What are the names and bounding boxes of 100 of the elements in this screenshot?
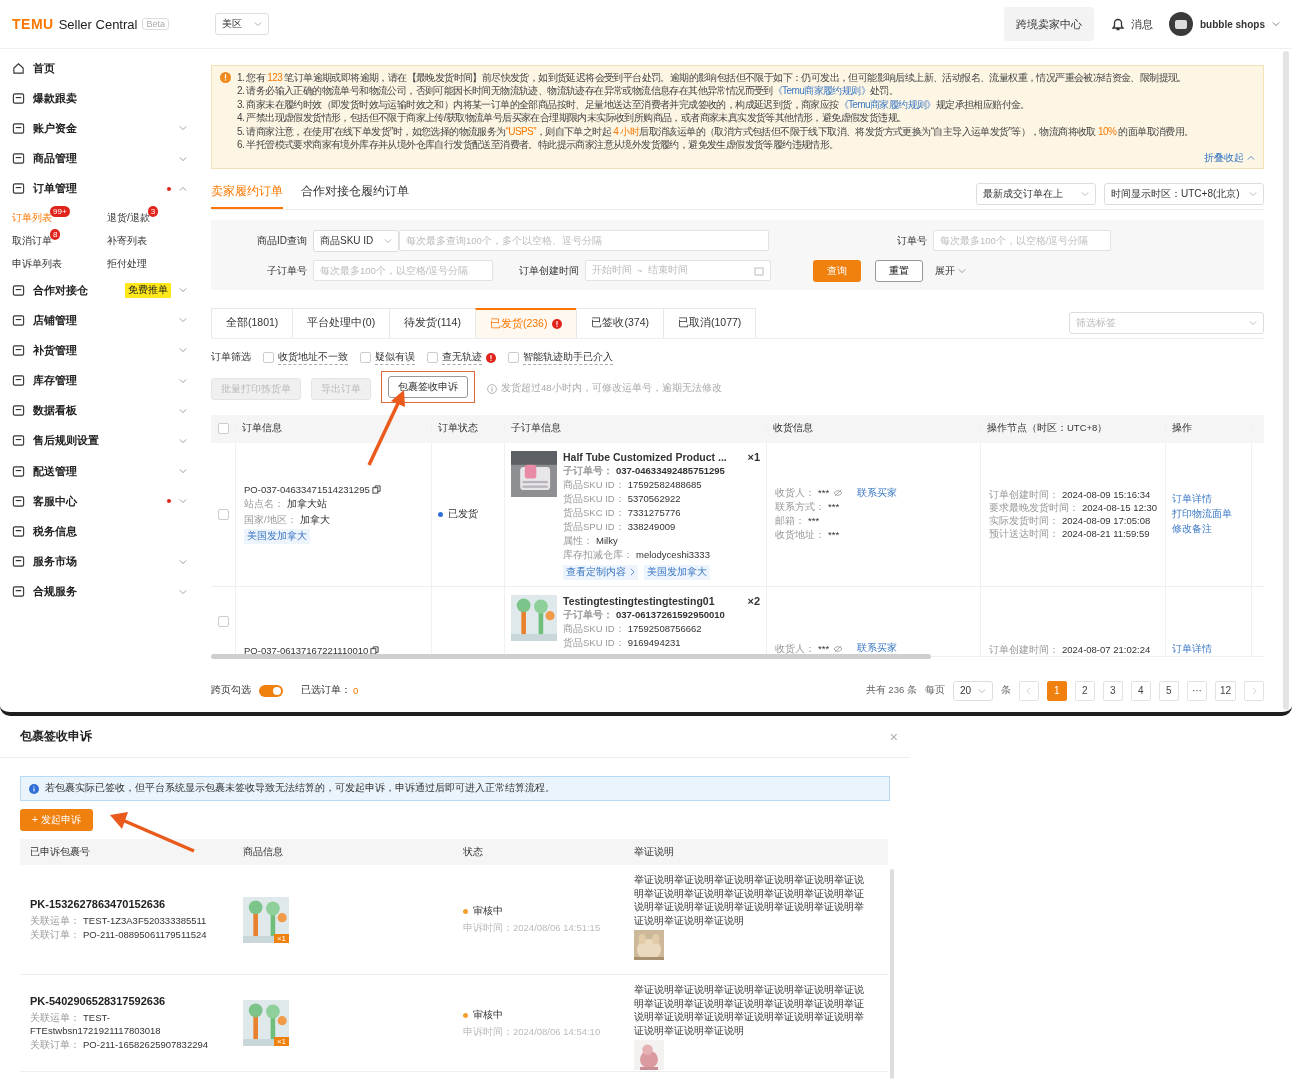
product-title: Testingtestingtestingtesting01 [563, 594, 715, 607]
checkbox[interactable] [263, 352, 274, 364]
page-button[interactable]: 3 [1102, 680, 1123, 701]
sidebar-item[interactable]: 库存管理 [0, 365, 197, 396]
sidebar-item[interactable]: 税务信息 [0, 516, 197, 547]
region-select[interactable]: 美区 [215, 13, 269, 35]
messages-button[interactable]: 消息 [1110, 16, 1153, 32]
copy-icon[interactable] [370, 645, 380, 655]
sort-select[interactable]: 最新成交订单在上 [976, 182, 1096, 205]
page-button[interactable]: 4 [1130, 680, 1151, 701]
operation-link[interactable]: 订单详情 [1172, 642, 1245, 656]
scrollbar[interactable] [1283, 51, 1289, 710]
operation-link[interactable]: 打印物流面单 [1172, 507, 1245, 521]
notice-text: 4. 严禁出现虚假发货情形，包括但不限于商家上传/获取物流单号后买家在合理期限内未实际收到所购商品，或者商家未真实发货等其他情形，避免虚假发货违规。 [237, 112, 907, 124]
id-type-select[interactable]: 商品SKU ID [313, 229, 399, 252]
sidebar-item[interactable]: 客服中心 [0, 486, 197, 517]
checkbox-label[interactable]: 查无轨迹 [442, 350, 482, 365]
next-page-button[interactable] [1244, 680, 1264, 701]
expand-toggle[interactable]: 展开 [935, 263, 966, 278]
seller-center-button[interactable]: 跨境卖家中心 [1004, 7, 1094, 41]
checkbox-label[interactable]: 收货地址不一致 [278, 350, 348, 365]
notice-text: 的面单取消费用。 [1117, 125, 1194, 137]
contact-buyer-link[interactable]: 联系买家 [857, 642, 898, 656]
time-detail: 实际发货时间： 2024-08-09 17:05:08 [989, 514, 1152, 528]
operation-link[interactable]: 订单详情 [1172, 492, 1245, 506]
notice-text: 笔订单逾期或即将逾期，请在【最晚发货时间】前尽快发货，如到货延迟将会受到平台处罚。逾期的影响包括但不限于如下：仍可发出，但可能影响后续上新、活动报名、流量权重，情况严重会被冻结资金、限制提现。 [283, 72, 1187, 83]
contact-buyer-link[interactable]: 联系买家 [857, 486, 898, 500]
product-detail: 子订单号： 037-06137261592950010 [563, 607, 726, 622]
status-text: 已发货 [438, 507, 478, 521]
sidebar-item[interactable]: 合规服务 [0, 576, 197, 607]
chevron-icon [630, 568, 635, 577]
checkbox-label[interactable]: 智能轨迹助手已介入 [523, 350, 613, 365]
notice-text: 3. 商家未在履约时效（即发货时效与运输时效之和）内将某一订单的全部商品按时、足量地送达至消费者并完成签收的，构成延迟到货，商家应按 [237, 98, 839, 110]
time-detail: 订单创建时间： 2024-08-07 21:02:24 [989, 642, 1152, 656]
page-size-select[interactable]: 20 [952, 680, 993, 701]
waybill-text: 关联运单： TEST-1Z3A3F520333385511 [30, 914, 208, 927]
unit-label: 条 [1000, 684, 1011, 698]
sidebar-item[interactable]: 补货管理 [0, 335, 197, 366]
sidebar-item[interactable]: 配送管理 [0, 456, 197, 487]
page-button[interactable]: 5 [1158, 680, 1179, 701]
rule-link[interactable]: 《Temu商家履约规则》 [772, 85, 870, 97]
field-label: 子订单号 [266, 263, 307, 278]
appeal-time: 申诉时间：2024/08/06 14:54:10 [463, 1024, 602, 1038]
sidebar-item[interactable]: 爆款跟卖 [0, 83, 197, 114]
submenu-item[interactable]: 申诉单列表 [12, 251, 62, 271]
sidebar-item[interactable]: 店铺管理 [0, 305, 197, 336]
sidebar-item[interactable]: 数据看板 [0, 395, 197, 426]
custom-content-link[interactable]: 查看定制内容 [563, 564, 638, 580]
page-button[interactable]: 2 [1074, 680, 1095, 701]
submenu-item[interactable]: 拒付处理 [107, 251, 147, 271]
checkbox[interactable] [508, 352, 519, 364]
status-tab[interactable]: 已取消(1077) [662, 307, 757, 338]
notice-text: 处罚。 [870, 85, 899, 97]
waybill-text: 关联运单： TEST-FTEstwbsn1721921117803018 [30, 1011, 162, 1037]
status-tab[interactable]: 全部(1801) [211, 307, 294, 338]
timezone-select[interactable]: 时间显示时区：UTC+8(北京) [1104, 182, 1264, 205]
column-header: 订单状态 [432, 422, 505, 436]
sidebar-item[interactable]: 服务市场 [0, 546, 197, 577]
field-label: 商品ID查询 [256, 233, 307, 248]
checkbox-label[interactable]: 疑似有误 [375, 350, 415, 365]
page-button[interactable]: 12 [1214, 680, 1236, 701]
evidence-text: 举证说明举证说明举证说明举证说明举证说明举证说明举证说明举证说明举证说明举证说明举证说明举证说明举证说明举证说明举证说明举证说明举证说明举证说明举证说明举证说明 [634, 873, 865, 927]
sidebar-item[interactable]: 合作对接仓 免费推单 [0, 274, 197, 306]
rule-link[interactable]: 《Temu商家履约规则》 [838, 98, 936, 110]
eye-off-icon[interactable] [833, 489, 844, 498]
tab[interactable]: 合作对接仓履约订单 [301, 182, 409, 209]
checkbox[interactable] [217, 508, 229, 520]
action-button[interactable]: 包裹签收申诉 [388, 375, 468, 398]
status-text: 审核中 [463, 1008, 614, 1022]
reset-button[interactable]: 重置 [875, 259, 923, 282]
previous-page-button[interactable] [1018, 680, 1039, 701]
sidebar-item[interactable]: 商品管理 [0, 143, 197, 174]
checkbox[interactable] [217, 423, 229, 435]
operation-link[interactable]: 修改备注 [1172, 522, 1245, 536]
sidebar-item[interactable]: 售后规则设置 [0, 425, 197, 457]
page-button[interactable]: ··· [1186, 680, 1207, 701]
submenu-item[interactable]: 取消订单 [12, 228, 52, 248]
checkbox[interactable] [360, 352, 371, 364]
hint-text: 发货超过48小时内，可修改运单号，逾期无法修改 [501, 382, 722, 396]
product-detail: 商品SKU ID： 17592508756662 [563, 621, 703, 636]
collapse-link[interactable]: 折叠收起 [237, 151, 1255, 165]
product-detail: 属性： Milky [563, 533, 619, 548]
sidebar-item[interactable]: 订单管理 [0, 173, 197, 204]
bell-icon [1110, 16, 1126, 32]
notice-text: 4 小时 [613, 125, 640, 137]
submenu-item[interactable]: 退货/退款 [107, 205, 150, 225]
checkbox[interactable] [217, 615, 229, 627]
quantity: ×1 [747, 450, 760, 463]
sidebar-item[interactable]: 账户资金 [0, 113, 197, 144]
submenu-item[interactable]: 补寄列表 [107, 228, 147, 248]
scrollbar[interactable] [211, 653, 931, 659]
package-number: PK-5402906528317592636 [30, 995, 167, 1007]
account-menu[interactable]: bubble shops [1169, 12, 1280, 36]
checkbox[interactable] [427, 352, 438, 364]
toggle-switch[interactable] [259, 684, 283, 697]
panel-icon [12, 283, 25, 297]
copy-icon[interactable] [371, 485, 381, 495]
eye-off-icon[interactable] [833, 644, 844, 653]
scrollbar[interactable] [890, 869, 894, 1079]
sidebar-item[interactable]: 首页 [0, 53, 197, 84]
